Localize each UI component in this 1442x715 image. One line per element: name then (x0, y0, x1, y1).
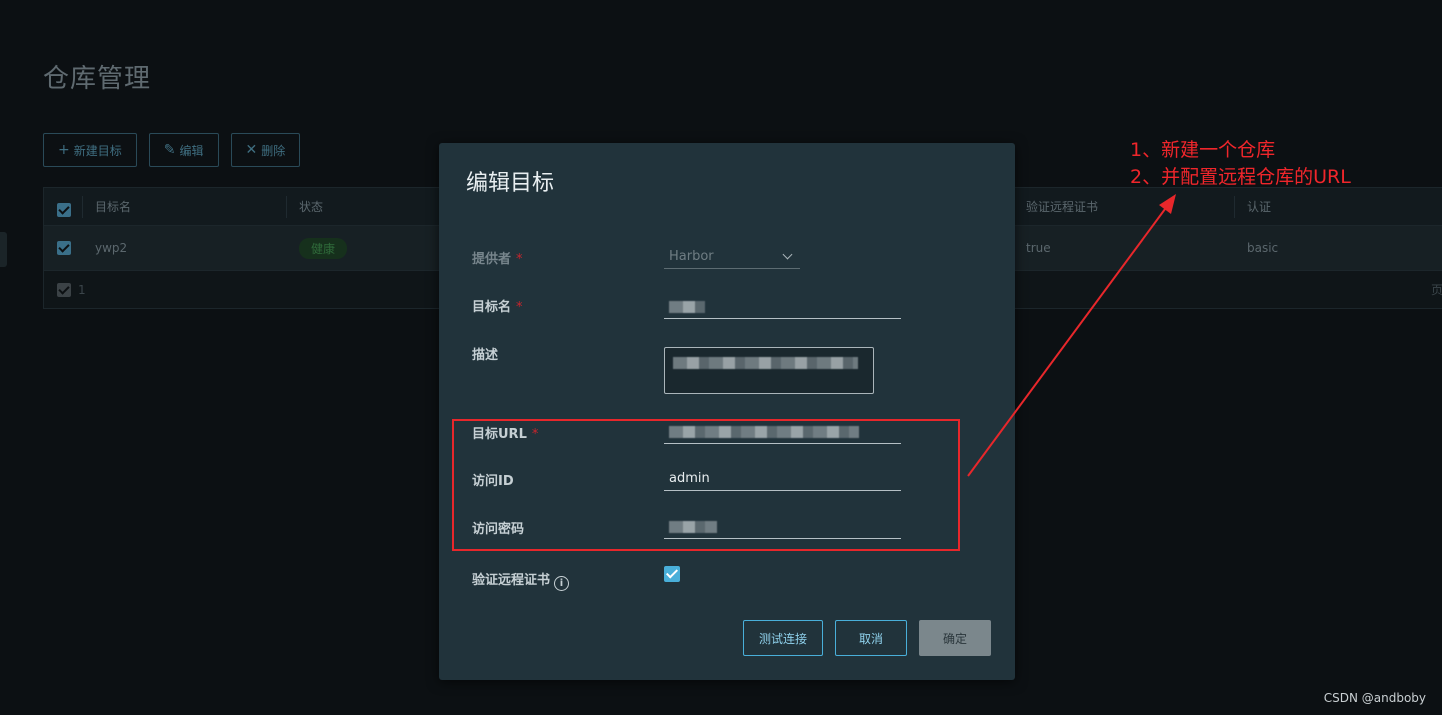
annotation-arrow (967, 194, 1176, 477)
annotation-line-2: 2、并配置远程仓库的URL (1130, 166, 1351, 188)
watermark: CSDN @andboby (1323, 691, 1426, 705)
annotation-line-1: 1、新建一个仓库 (1130, 139, 1276, 161)
